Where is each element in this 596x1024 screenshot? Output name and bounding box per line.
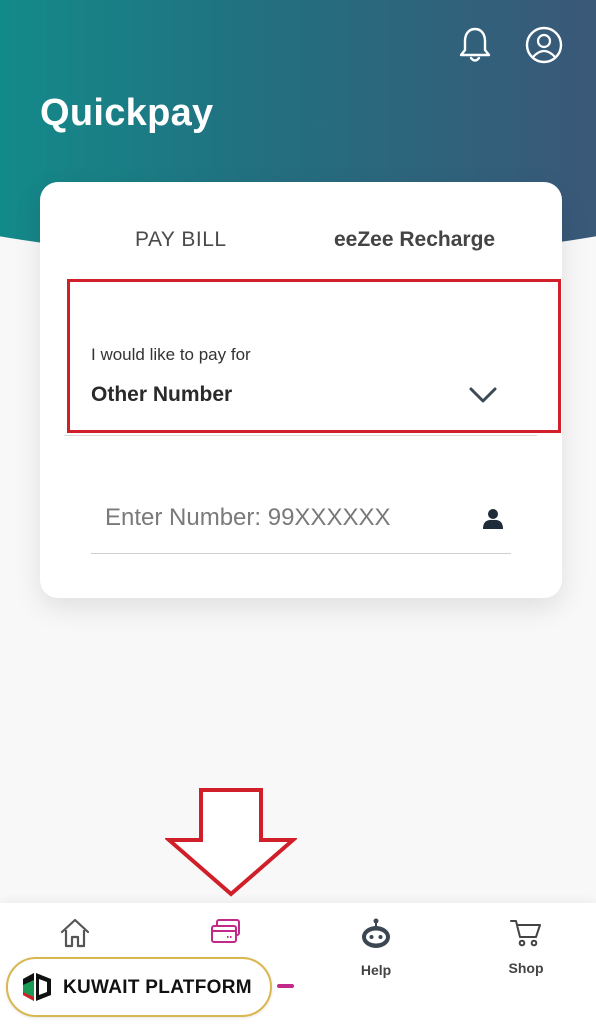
kuwait-platform-logo-icon	[23, 973, 51, 1001]
home-icon	[60, 918, 90, 948]
cart-icon	[510, 920, 541, 947]
down-arrow-annotation	[165, 788, 297, 897]
nav-help[interactable]: Help	[336, 917, 416, 978]
nav-shop[interactable]: Shop	[486, 917, 566, 976]
notifications-button[interactable]	[452, 22, 498, 68]
robot-icon	[362, 918, 390, 948]
bell-icon	[459, 27, 491, 62]
tab-eezee-recharge[interactable]: eeZee Recharge	[334, 228, 495, 252]
card-icon	[211, 919, 240, 943]
nav-quickpay[interactable]	[186, 917, 266, 960]
watermark-badge: KUWAIT PLATFORM	[6, 957, 272, 1017]
active-tab-indicator	[277, 984, 294, 988]
watermark-text: KUWAIT PLATFORM	[63, 977, 252, 998]
highlight-box	[67, 279, 561, 433]
number-input-underline	[91, 553, 511, 554]
nav-shop-label: Shop	[508, 960, 544, 976]
nav-help-label: Help	[360, 962, 392, 978]
tab-pay-bill[interactable]: PAY BILL	[135, 228, 227, 252]
quickpay-card: PAY BILL eeZee Recharge I would like to …	[40, 182, 562, 598]
nav-home[interactable]	[35, 917, 115, 960]
profile-button[interactable]	[521, 22, 567, 68]
pay-for-underline	[64, 435, 537, 436]
contact-icon[interactable]	[482, 508, 504, 530]
profile-icon	[525, 26, 563, 64]
number-input[interactable]	[91, 498, 525, 538]
page-title: Quickpay	[40, 92, 214, 134]
